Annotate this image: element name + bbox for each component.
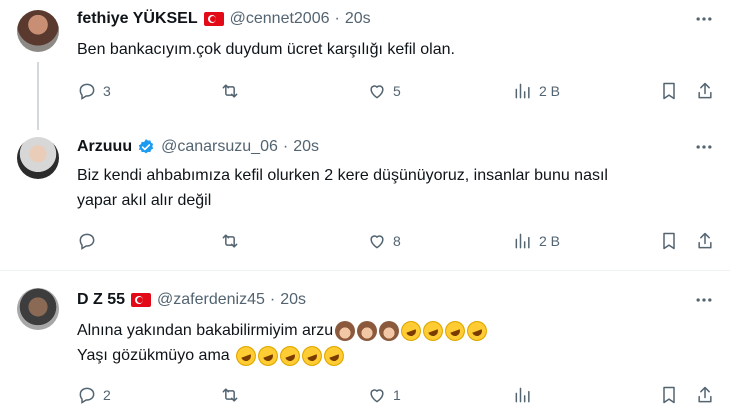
see-no-evil-monkey-emoji	[379, 320, 400, 341]
tweet-text-span: Yaşı gözükmüyo ama	[77, 347, 230, 364]
views-button[interactable]	[513, 383, 533, 407]
reply-icon	[79, 233, 95, 250]
thread-line	[37, 62, 39, 130]
reply-button[interactable]: 2	[77, 383, 111, 407]
more-icon[interactable]	[690, 8, 718, 30]
rolling-laughing-emoji	[276, 342, 303, 369]
reply-icon	[79, 83, 95, 100]
tweet-text-span: Alnına yakından bakabilirmiyim arzu	[77, 322, 334, 339]
bookmark-icon	[663, 82, 675, 100]
reply-count: 2	[103, 387, 111, 403]
timestamp[interactable]: 20s	[280, 291, 306, 309]
bookmark-button[interactable]	[659, 383, 679, 407]
tweet[interactable]: fethiye YÜKSEL @cennet2006 · 20s Ben ban…	[0, 0, 730, 130]
share-icon	[698, 82, 712, 99]
avatar[interactable]	[17, 288, 59, 330]
reply-button[interactable]	[77, 229, 97, 253]
verified-badge-icon	[138, 139, 154, 154]
share-button[interactable]	[695, 383, 715, 407]
rolling-laughing-emoji	[320, 342, 347, 369]
like-button[interactable]: 8	[367, 229, 401, 253]
reply-count: 3	[103, 83, 111, 99]
rolling-laughing-emoji	[232, 342, 259, 369]
tweet-header: Arzuuu @canarsuzu_06 · 20s	[77, 136, 319, 158]
tweet-actions: 8 2 B	[77, 229, 717, 253]
bookmark-icon	[663, 232, 675, 250]
views-icon	[515, 83, 530, 99]
retweet-button[interactable]	[220, 383, 240, 407]
like-button[interactable]: 1	[367, 383, 401, 407]
share-button[interactable]	[695, 79, 715, 103]
username[interactable]: @zaferdeniz45	[157, 291, 265, 309]
tweet-text-line: Yaşı gözükmüyo ama	[77, 342, 707, 369]
bookmark-button[interactable]	[659, 229, 679, 253]
rolling-laughing-emoji	[254, 342, 281, 369]
see-no-evil-monkey-emoji	[335, 320, 356, 341]
share-icon	[698, 232, 712, 249]
emoji-group	[333, 317, 490, 344]
tweet-text: Alnına yakından bakabilirmiyim arzu Yaşı…	[77, 317, 707, 369]
tweet-header: fethiye YÜKSEL @cennet2006 · 20s	[77, 8, 371, 30]
tweet-text-line: yapar akıl alır değil	[77, 192, 212, 209]
tweet-text-line: Alnına yakından bakabilirmiyim arzu	[77, 317, 707, 344]
tweet-text: Ben bankacıyım.çok duydum ücret karşılığ…	[77, 37, 707, 62]
retweet-icon	[222, 388, 238, 402]
bookmark-button[interactable]	[659, 79, 679, 103]
rolling-laughing-emoji	[464, 317, 490, 344]
timestamp[interactable]: 20s	[293, 138, 319, 156]
share-button[interactable]	[695, 229, 715, 253]
view-count: 2 B	[539, 233, 561, 249]
tweet-actions: 3 5 2 B	[77, 79, 717, 103]
rolling-laughing-emoji	[442, 317, 468, 344]
retweet-button[interactable]	[220, 229, 240, 253]
avatar[interactable]	[17, 137, 59, 179]
tweet-text-line: Ben bankacıyım.çok duydum ücret karşılığ…	[77, 41, 455, 58]
username[interactable]: @canarsuzu_06	[161, 138, 278, 156]
rolling-laughing-emoji	[420, 317, 446, 344]
display-name[interactable]: fethiye YÜKSEL	[77, 10, 198, 28]
see-no-evil-monkey-emoji	[357, 320, 378, 341]
reply-icon	[79, 387, 95, 404]
retweet-icon	[222, 84, 238, 98]
timestamp[interactable]: 20s	[345, 10, 371, 28]
heart-icon	[370, 85, 384, 99]
tweet[interactable]: Arzuuu @canarsuzu_06 · 20s Biz kendi ahb…	[0, 125, 730, 270]
reply-button[interactable]: 3	[77, 79, 111, 103]
share-icon	[698, 386, 712, 403]
views-button[interactable]: 2 B	[513, 229, 560, 253]
views-button[interactable]: 2 B	[513, 79, 560, 103]
turkey-flag-icon	[203, 12, 224, 26]
view-count: 2 B	[539, 83, 561, 99]
more-icon[interactable]	[690, 289, 718, 311]
more-icon[interactable]	[690, 136, 718, 158]
like-count: 1	[393, 387, 401, 403]
separator-dot: ·	[334, 10, 340, 27]
tweet-text-line: Biz kendi ahbabımıza kefil olurken 2 ker…	[77, 167, 608, 184]
emoji-group	[232, 342, 347, 369]
separator-dot: ·	[282, 138, 289, 155]
display-name[interactable]: Arzuuu	[77, 138, 132, 156]
bookmark-icon	[663, 386, 675, 404]
tweet-actions: 2 1	[77, 383, 717, 407]
tweet-text: Biz kendi ahbabımıza kefil olurken 2 ker…	[77, 163, 707, 213]
like-count: 5	[393, 83, 401, 99]
rolling-laughing-emoji	[298, 342, 325, 369]
tweet-header: D Z 55 @zaferdeniz45 · 20s	[77, 289, 306, 311]
retweet-button[interactable]	[220, 79, 240, 103]
views-icon	[515, 233, 530, 249]
views-icon	[515, 387, 530, 403]
heart-icon	[370, 235, 384, 249]
avatar[interactable]	[17, 10, 59, 52]
rolling-laughing-emoji	[398, 317, 424, 344]
turkey-flag-icon	[131, 293, 152, 307]
separator-dot: ·	[269, 291, 276, 308]
like-count: 8	[393, 233, 401, 249]
retweet-icon	[222, 234, 238, 248]
display-name[interactable]: D Z 55	[77, 291, 125, 309]
tweet[interactable]: D Z 55 @zaferdeniz45 · 20s Alnına yakınd…	[0, 270, 730, 420]
like-button[interactable]: 5	[367, 79, 401, 103]
username[interactable]: @cennet2006	[230, 10, 330, 28]
heart-icon	[370, 389, 384, 403]
